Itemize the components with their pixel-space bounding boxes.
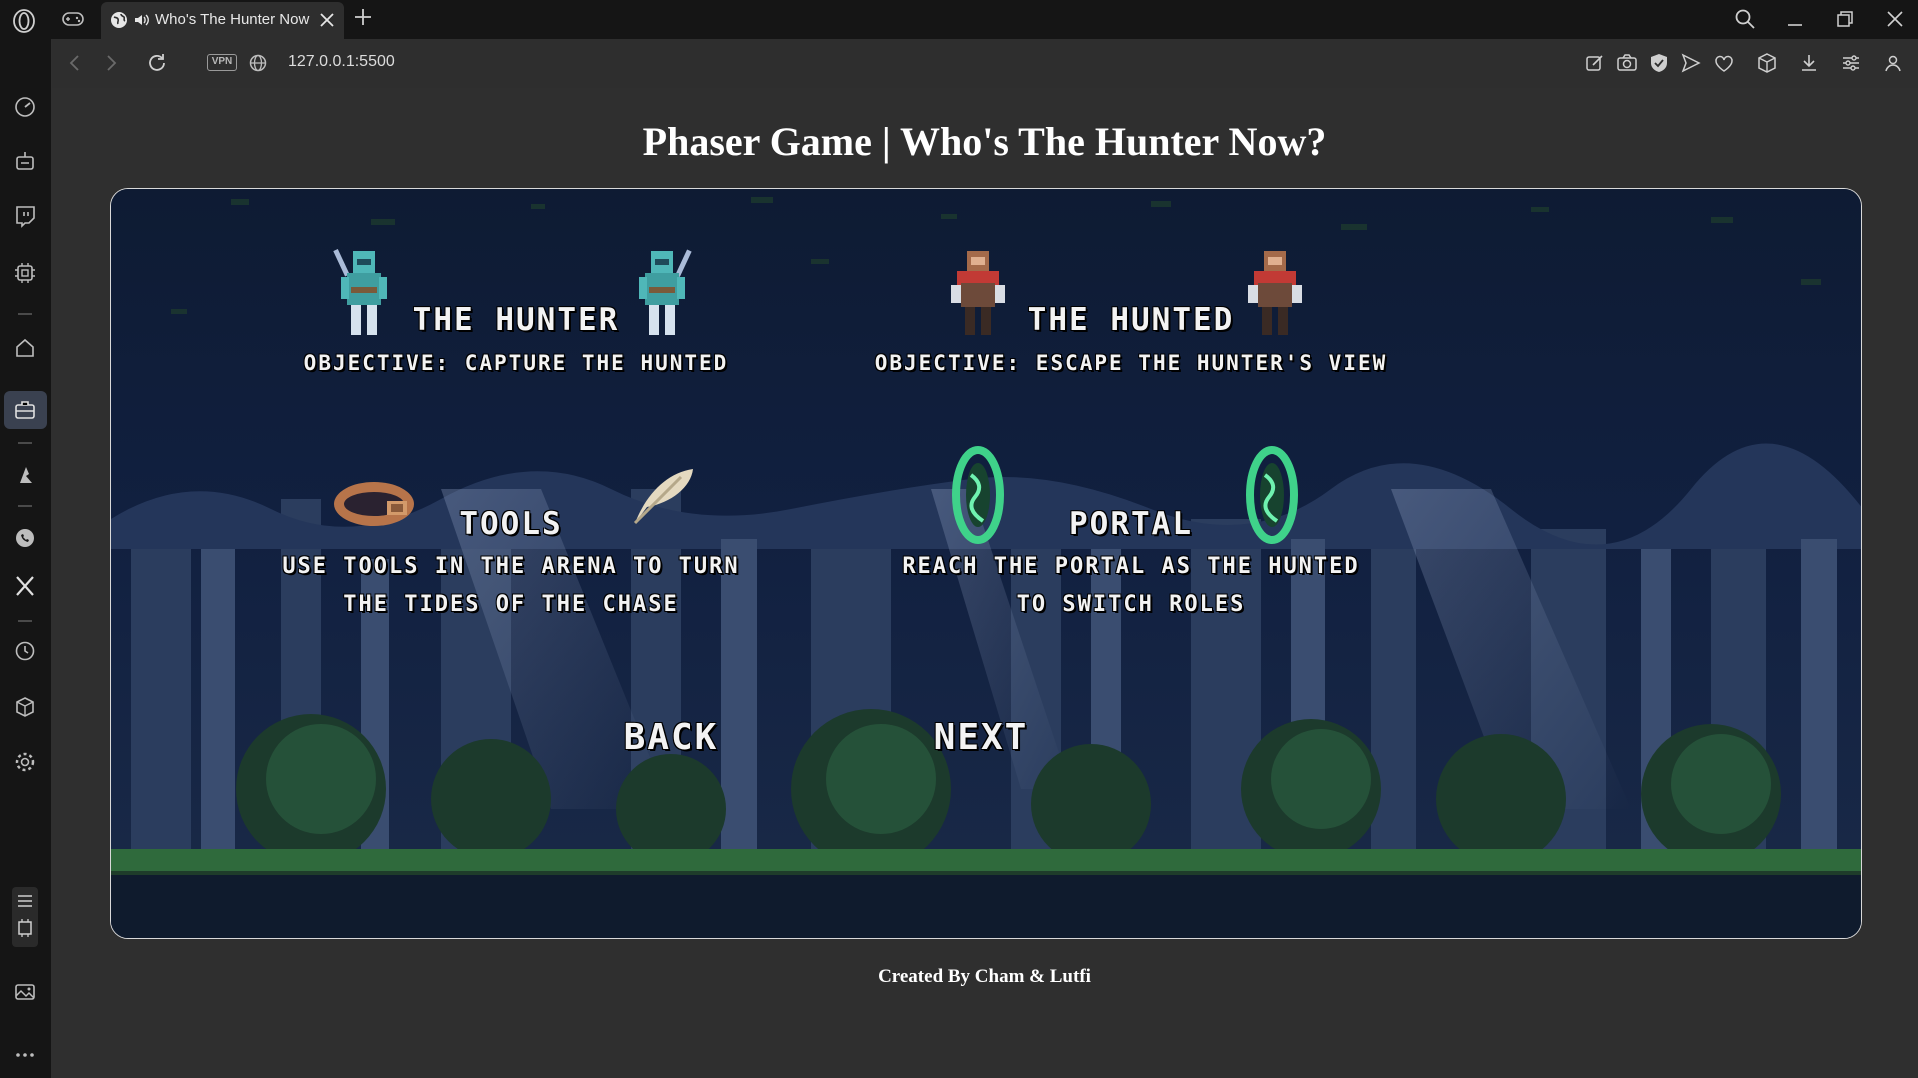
belt-tool-icon (334, 482, 414, 526)
hunter-objective: OBJECTIVE: CAPTURE THE HUNTED (303, 351, 729, 375)
address-bar: VPN 127.0.0.1:5500 (52, 39, 1918, 88)
url-field[interactable]: 127.0.0.1:5500 (288, 53, 395, 71)
game-canvas[interactable]: THE HUNTER OBJECTIVE: CAPTURE THE HUNTED… (110, 188, 1862, 939)
portal-desc-line2: TO SWITCH ROLES (1016, 592, 1246, 617)
browser-tab-bar: Who's The Hunter Now (0, 0, 1918, 39)
vpn-badge[interactable]: VPN (207, 54, 237, 71)
send-icon[interactable] (1680, 52, 1702, 74)
back-nav-icon[interactable] (64, 52, 86, 74)
portal-desc-line1: REACH THE PORTAL AS THE HUNTED (902, 554, 1360, 579)
settings-gear-icon[interactable] (13, 750, 37, 774)
forward-nav-icon[interactable] (100, 52, 122, 74)
downloads-icon[interactable] (1798, 52, 1820, 74)
tools-title: TOOLS (459, 506, 563, 542)
edit-page-icon[interactable] (1584, 52, 1606, 74)
extensions-sidebar-cube-icon[interactable] (13, 695, 37, 719)
tab-title: Who's The Hunter Now (155, 11, 310, 28)
sidebar-divider (18, 442, 32, 444)
hardware-monitor-icon[interactable] (11, 886, 39, 948)
sidebar-divider (18, 620, 32, 622)
credits-text: Created By Cham & Lutfi (878, 966, 1091, 987)
hunted-title: THE HUNTED (1027, 302, 1235, 338)
cpu-limiter-icon[interactable] (13, 261, 37, 285)
whatsapp-icon[interactable] (13, 526, 37, 550)
twitch-icon[interactable] (13, 204, 37, 228)
site-info-globe-icon[interactable] (247, 52, 269, 74)
extensions-cube-icon[interactable] (1756, 52, 1778, 74)
browser-sidebar (0, 39, 51, 1078)
workspace-briefcase-icon[interactable] (13, 398, 37, 422)
hunter-sprite-left (333, 249, 387, 335)
hunter-title: THE HUNTER (412, 302, 620, 338)
more-options-icon[interactable] (13, 1043, 37, 1067)
ad-blocker-shield-icon[interactable] (1648, 52, 1670, 74)
portal-left-icon (952, 446, 1004, 544)
profile-icon[interactable] (1882, 52, 1904, 74)
close-tab-icon[interactable] (318, 11, 336, 29)
gallery-images-icon[interactable] (13, 980, 37, 1004)
page-title: Phaser Game | Who's The Hunter Now? (642, 119, 1327, 164)
back-button[interactable]: BACK (591, 717, 751, 758)
home-icon[interactable] (13, 336, 37, 360)
web-page: Phaser Game | Who's The Hunter Now? THE … (51, 88, 1918, 1078)
reload-icon[interactable] (146, 52, 168, 74)
globe-favicon-icon (111, 12, 127, 28)
sidebar-divider (18, 313, 32, 315)
tools-desc-line2: THE TIDES OF THE CHASE (343, 592, 679, 617)
audio-playing-icon[interactable] (134, 13, 150, 27)
restore-icon[interactable] (1833, 7, 1857, 31)
gamepad-icon[interactable] (62, 10, 84, 28)
close-window-icon[interactable] (1883, 7, 1907, 31)
bookmark-heart-icon[interactable] (1713, 52, 1735, 74)
sidebar-divider (18, 505, 32, 507)
history-clock-icon[interactable] (13, 639, 37, 663)
portal-right-icon (1246, 446, 1298, 544)
next-button[interactable]: NEXT (901, 717, 1061, 758)
hunted-objective: OBJECTIVE: ESCAPE THE HUNTER'S VIEW (874, 351, 1388, 375)
speed-dial-icon[interactable] (13, 95, 37, 119)
hunted-sprite-left (951, 251, 1005, 335)
minimize-icon[interactable] (1783, 7, 1807, 31)
portal-title: PORTAL (1069, 506, 1193, 542)
aria-flame-icon[interactable] (13, 463, 37, 487)
active-tab[interactable]: Who's The Hunter Now (101, 2, 344, 39)
new-tab-icon[interactable] (352, 6, 374, 28)
tools-desc-line1: USE TOOLS IN THE ARENA TO TURN (282, 554, 740, 579)
search-tabs-icon[interactable] (1733, 7, 1757, 31)
easy-setup-icon[interactable] (1840, 52, 1862, 74)
feather-tool-icon (633, 469, 693, 525)
x-twitter-icon[interactable] (13, 574, 37, 598)
camera-snapshot-icon[interactable] (1616, 52, 1638, 74)
aria-assistant-icon[interactable] (13, 149, 37, 173)
opera-logo-icon[interactable] (12, 9, 36, 33)
